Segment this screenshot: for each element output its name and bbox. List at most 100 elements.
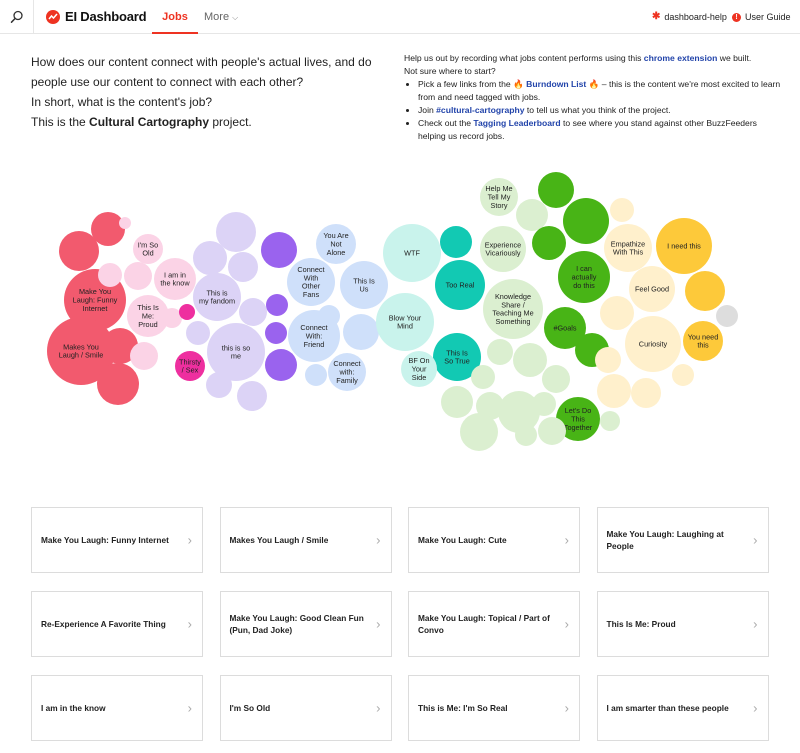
help-panel: Help us out by recording what jobs conte… xyxy=(404,52,784,143)
dashboard-help-link[interactable]: ✱ dashboard-help xyxy=(652,0,727,34)
bubble[interactable] xyxy=(600,296,634,330)
tab-more-label: More xyxy=(204,11,230,23)
slack-channel-link[interactable]: #cultural-cartography xyxy=(436,105,524,115)
bubble[interactable] xyxy=(516,199,548,231)
project-name: Cultural Cartography xyxy=(89,115,210,129)
bubble[interactable] xyxy=(440,226,472,258)
job-card[interactable]: Make You Laugh: Good Clean Fun (Pun, Dad… xyxy=(219,591,392,657)
job-card-title: Make You Laugh: Good Clean Fun (Pun, Dad… xyxy=(229,613,364,635)
intro-text: How does our content connect with people… xyxy=(31,52,391,132)
bubble[interactable] xyxy=(538,417,566,445)
bubble[interactable] xyxy=(206,372,232,398)
bubble[interactable] xyxy=(119,217,131,229)
bubble[interactable] xyxy=(563,198,609,244)
intro-project-line: This is the Cultural Cartography project… xyxy=(31,112,391,132)
job-card[interactable]: I am smarter than these people › xyxy=(596,675,769,741)
job-card-title: This Is Me: Proud xyxy=(606,619,676,629)
search-button[interactable] xyxy=(0,0,34,34)
bubble[interactable] xyxy=(237,381,267,411)
job-card[interactable]: I am in the know › xyxy=(31,675,203,741)
bubble[interactable] xyxy=(261,232,297,268)
bubble-label: I am in the know xyxy=(160,270,190,287)
chevron-right-icon: › xyxy=(376,532,381,548)
bubble[interactable] xyxy=(538,172,574,208)
bubble[interactable] xyxy=(532,392,556,416)
user-guide-link[interactable]: ! User Guide xyxy=(732,0,791,34)
tagging-leaderboard-link[interactable]: Tagging Leaderboard xyxy=(473,118,560,128)
bubble[interactable] xyxy=(471,365,495,389)
bubble[interactable] xyxy=(265,349,297,381)
job-card[interactable]: This Is Me: Proud › xyxy=(596,591,769,657)
bubble[interactable] xyxy=(631,378,661,408)
bubble[interactable] xyxy=(162,308,182,328)
job-card[interactable]: Make You Laugh: Cute › xyxy=(408,507,580,573)
bubble[interactable] xyxy=(487,339,513,365)
bubble[interactable] xyxy=(193,241,227,275)
job-card[interactable]: Make You Laugh: Topical / Part of Convo › xyxy=(408,591,580,657)
chevron-right-icon: › xyxy=(753,700,758,716)
help-lead-pre: Help us out by recording what jobs conte… xyxy=(404,53,644,63)
bubble[interactable] xyxy=(672,364,694,386)
user-guide-label: User Guide xyxy=(745,12,791,22)
job-card[interactable]: Make You Laugh: Laughing at People › xyxy=(596,507,769,573)
bubble[interactable] xyxy=(685,271,725,311)
bubble-label: Makes You Laugh / Smile xyxy=(59,342,104,359)
bubble[interactable] xyxy=(124,262,152,290)
dashboard-help-label: dashboard-help xyxy=(664,12,727,22)
bubble-label: Experience Vicariously xyxy=(485,240,522,257)
bubble[interactable] xyxy=(515,424,537,446)
bubble[interactable] xyxy=(716,305,738,327)
job-card[interactable]: Make You Laugh: Funny Internet › xyxy=(31,507,203,573)
bubble-label: I need this xyxy=(667,242,701,251)
bubble[interactable] xyxy=(513,343,547,377)
chrome-extension-link[interactable]: chrome extension xyxy=(644,53,718,63)
bubble[interactable] xyxy=(265,322,287,344)
bubble[interactable] xyxy=(441,386,473,418)
bubble-label: Knowledge Share / Teaching Me Something xyxy=(492,292,533,326)
bubble[interactable] xyxy=(305,364,327,386)
bubble[interactable] xyxy=(610,198,634,222)
help-b3-pre: Check out the xyxy=(418,118,474,128)
bubble-label: Empathize With This xyxy=(611,239,645,256)
bubble[interactable] xyxy=(595,347,621,373)
job-card-title: I am smarter than these people xyxy=(606,703,729,713)
chevron-down-icon: ⌵ xyxy=(232,13,239,22)
bubble[interactable] xyxy=(343,314,379,350)
brand-logo[interactable]: EI Dashboard xyxy=(46,9,147,24)
bubble[interactable] xyxy=(542,365,570,393)
job-card-title: Re-Experience A Favorite Thing xyxy=(41,619,166,629)
chevron-right-icon: › xyxy=(187,700,192,716)
tab-jobs[interactable]: Jobs xyxy=(152,0,198,34)
bubble-label: WTF xyxy=(404,249,420,258)
bubble[interactable] xyxy=(228,252,258,282)
bubble[interactable] xyxy=(179,304,195,320)
job-card[interactable]: Re-Experience A Favorite Thing › xyxy=(31,591,203,657)
chevron-right-icon: › xyxy=(376,616,381,632)
bubble[interactable] xyxy=(97,363,139,405)
job-card-title: This is Me: I'm So Real xyxy=(418,703,508,713)
bubble[interactable] xyxy=(130,342,158,370)
bubble[interactable] xyxy=(266,294,288,316)
job-card-title: Makes You Laugh / Smile xyxy=(229,535,329,545)
bubble[interactable] xyxy=(597,374,631,408)
job-card[interactable]: This is Me: I'm So Real › xyxy=(408,675,580,741)
help-b2-post: to tell us what you think of the project… xyxy=(524,105,671,115)
bubble[interactable] xyxy=(186,321,210,345)
bubble[interactable] xyxy=(98,263,122,287)
job-card[interactable]: Makes You Laugh / Smile › xyxy=(219,507,392,573)
bubble[interactable] xyxy=(91,212,125,246)
search-icon xyxy=(10,10,23,23)
help-lead-post: we built. xyxy=(717,53,752,63)
burndown-list-link[interactable]: Burndown List xyxy=(526,79,586,89)
fire-icon: 🔥 xyxy=(513,79,524,89)
bubble[interactable] xyxy=(239,298,267,326)
bubble[interactable] xyxy=(532,226,566,260)
tab-more[interactable]: More ⌵ xyxy=(204,0,238,34)
slack-icon: ✱ xyxy=(652,11,661,22)
job-card[interactable]: I'm So Old › xyxy=(219,675,392,741)
job-card-title: Make You Laugh: Topical / Part of Convo xyxy=(418,613,550,635)
bubble-label: Curiosity xyxy=(639,340,668,349)
bubble[interactable] xyxy=(600,411,620,431)
job-bubble-chart: I'm So OldI am in the knowMake You Laugh: F… xyxy=(47,172,738,451)
bubble[interactable] xyxy=(460,413,498,451)
